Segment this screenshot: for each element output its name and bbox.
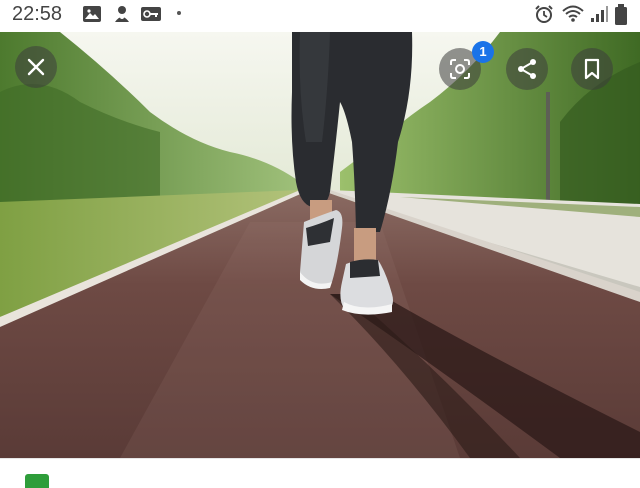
bookmark-icon	[584, 58, 600, 80]
bookmark-button[interactable]	[571, 48, 613, 90]
alarm-icon	[535, 5, 553, 23]
dot-icon	[177, 11, 181, 15]
wifi-icon	[562, 5, 584, 22]
vpn-key-icon	[141, 7, 161, 21]
close-icon	[27, 58, 45, 76]
source-favicon-icon	[25, 474, 49, 488]
signal-icon	[591, 6, 608, 22]
status-time: 22:58	[12, 3, 63, 25]
close-button[interactable]	[15, 46, 57, 88]
runner-on-track-photo[interactable]	[0, 32, 640, 458]
share-icon	[518, 59, 536, 79]
google-lens-icon	[450, 59, 470, 79]
notification-icon	[115, 6, 129, 22]
source-strip[interactable]	[0, 458, 640, 488]
image-icon	[83, 6, 101, 22]
photo-illustration	[0, 32, 640, 458]
status-bar: 22:58	[0, 0, 640, 28]
lens-badge: 1	[472, 41, 494, 63]
share-button[interactable]	[506, 48, 548, 90]
battery-icon	[615, 4, 627, 25]
